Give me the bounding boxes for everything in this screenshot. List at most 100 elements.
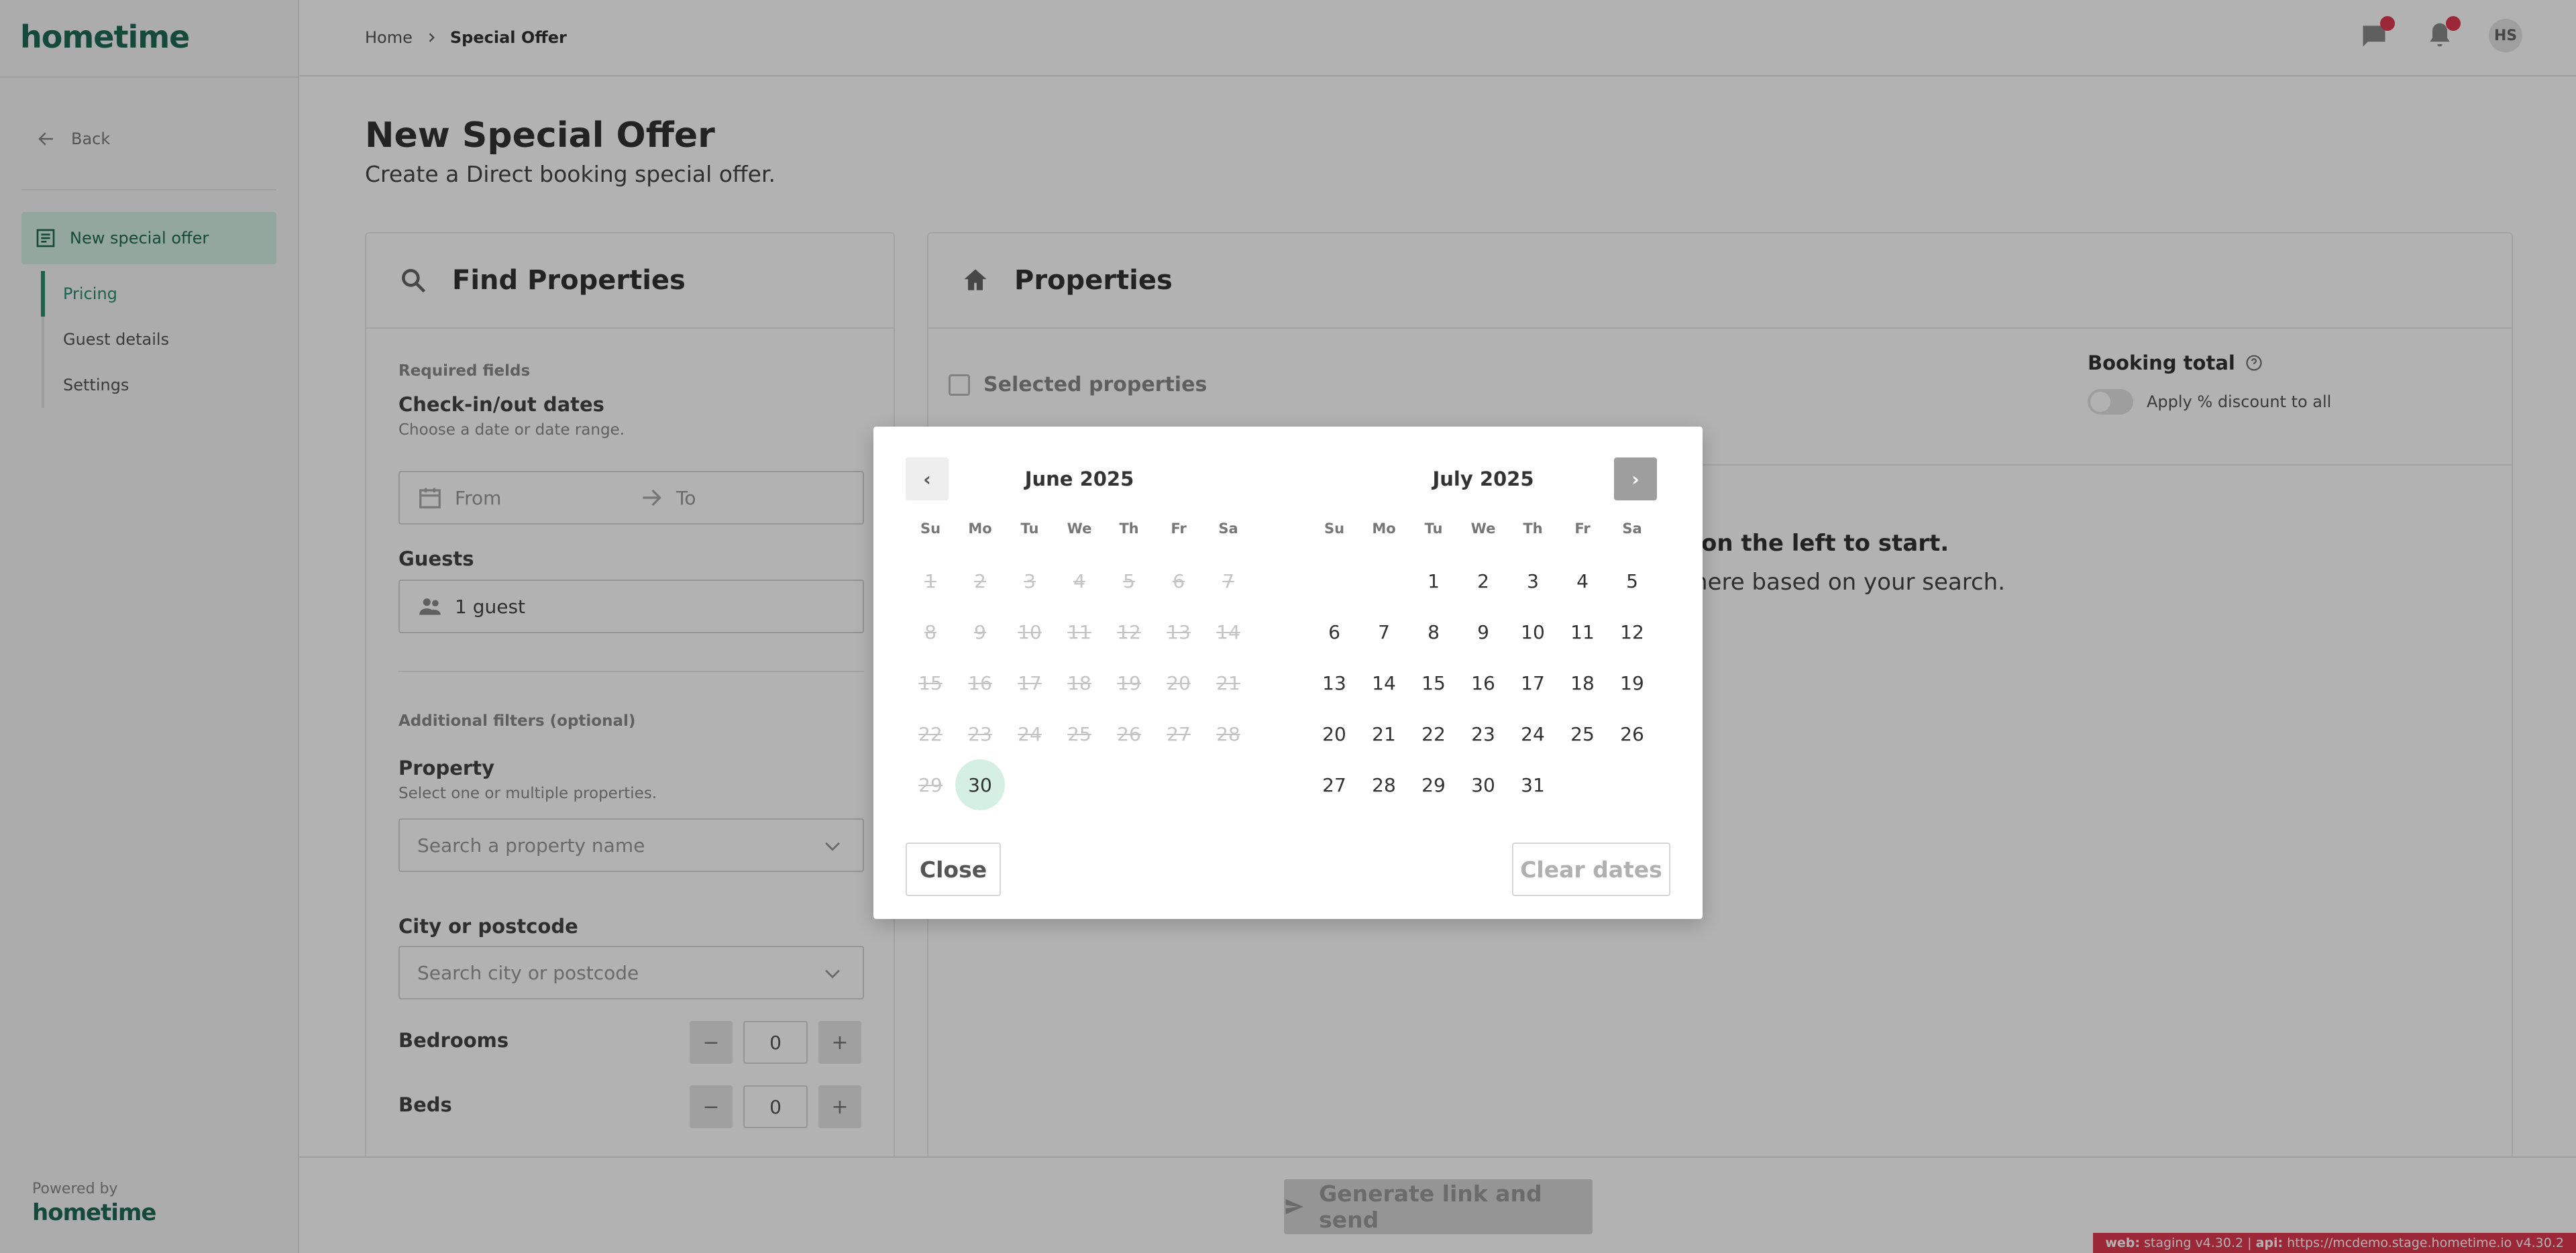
- calendar-day[interactable]: 5: [1607, 555, 1657, 606]
- calendar-day[interactable]: 23: [1458, 708, 1508, 759]
- calendar-day[interactable]: 1: [1409, 555, 1458, 606]
- calendar-day: 26: [1104, 708, 1154, 759]
- weekday-label: We: [1470, 521, 1496, 537]
- calendar-day-number: 24: [1018, 722, 1042, 745]
- day-grid: 1 2 3 4 5 6 7 8 9 10 11 12 13 14 15 16 17 18 19 20 21 22 23 24 2…: [906, 555, 1253, 810]
- calendar-day[interactable]: 30: [955, 759, 1005, 810]
- calendar-day[interactable]: 28: [1359, 759, 1409, 810]
- calendar-day[interactable]: 25: [1558, 708, 1607, 759]
- calendar-day[interactable]: 19: [1607, 657, 1657, 708]
- calendar-day-number: 9: [974, 620, 986, 643]
- calendar-day-number: 23: [1471, 722, 1495, 745]
- calendar-day: 23: [955, 708, 1005, 759]
- calendar-day-number: 12: [1117, 620, 1141, 643]
- month-title: July 2025: [1432, 468, 1534, 490]
- calendar-day-number: 11: [1067, 620, 1091, 643]
- calendar-month-july: July 2025 › Su Mo Tu We Th Fr Sa 1234567…: [1309, 457, 1657, 810]
- calendar-day-number: 13: [1167, 620, 1191, 643]
- weekday-label: Su: [920, 521, 941, 537]
- calendar-day: 17: [1005, 657, 1055, 708]
- close-button[interactable]: Close: [906, 842, 1001, 896]
- calendar-day: 5: [1104, 555, 1154, 606]
- weekday-label: Tu: [1424, 521, 1443, 537]
- calendar-day[interactable]: 6: [1309, 606, 1359, 657]
- weekday-row: Su Mo Tu We Th Fr Sa: [1309, 521, 1657, 537]
- calendar-day-number: 25: [1067, 722, 1091, 745]
- calendar-day-number: 14: [1216, 620, 1240, 643]
- calendar-day[interactable]: 22: [1409, 708, 1458, 759]
- weekday-label: Sa: [1622, 521, 1642, 537]
- calendar-day[interactable]: 3: [1508, 555, 1558, 606]
- calendar-day[interactable]: 20: [1309, 708, 1359, 759]
- calendar-day[interactable]: 30: [1458, 759, 1508, 810]
- weekday-row: Su Mo Tu We Th Fr Sa: [906, 521, 1253, 537]
- calendar-day[interactable]: 7: [1359, 606, 1409, 657]
- calendar-day-number: 4: [1576, 569, 1589, 592]
- calendar-day[interactable]: 29: [1409, 759, 1458, 810]
- calendar-day[interactable]: 21: [1359, 708, 1409, 759]
- calendar-day[interactable]: 27: [1309, 759, 1359, 810]
- calendar-day: 28: [1203, 708, 1253, 759]
- calendar-day[interactable]: 31: [1508, 759, 1558, 810]
- calendar-day[interactable]: 8: [1409, 606, 1458, 657]
- calendar-day-number: 25: [1570, 722, 1595, 745]
- calendar-day[interactable]: 14: [1359, 657, 1409, 708]
- calendar-day-number: 18: [1570, 671, 1595, 694]
- calendar-day-number: 24: [1521, 722, 1545, 745]
- calendar-day: 13: [1154, 606, 1203, 657]
- calendar-day[interactable]: 2: [1458, 555, 1508, 606]
- calendar-header: July 2025 ›: [1309, 457, 1657, 500]
- calendar-day: 8: [906, 606, 955, 657]
- calendar-day[interactable]: 24: [1508, 708, 1558, 759]
- calendar-day-number: 26: [1117, 722, 1141, 745]
- calendar-day-number: 13: [1322, 671, 1346, 694]
- calendar-day[interactable]: 4: [1558, 555, 1607, 606]
- month-title: June 2025: [1024, 468, 1134, 490]
- calendar-blank: [1309, 555, 1359, 606]
- calendar-day[interactable]: 16: [1458, 657, 1508, 708]
- calendar-day-number: 2: [1477, 569, 1489, 592]
- calendar-day-number: 20: [1322, 722, 1346, 745]
- calendar-day[interactable]: 18: [1558, 657, 1607, 708]
- calendar-day-number: 10: [1521, 620, 1545, 643]
- calendar-day-number: 15: [1421, 671, 1446, 694]
- calendar-day-number: 22: [1421, 722, 1446, 745]
- calendar-month-june: ‹ June 2025 Su Mo Tu We Th Fr Sa 12 3 4567…: [906, 457, 1253, 810]
- clear-dates-button[interactable]: Clear dates: [1512, 842, 1670, 896]
- calendar-day: 10: [1005, 606, 1055, 657]
- calendar-day-number: 3: [1024, 569, 1036, 592]
- calendar-day[interactable]: 10: [1508, 606, 1558, 657]
- calendar-day: 7: [1203, 555, 1253, 606]
- weekday-label: Mo: [968, 521, 992, 537]
- calendar-day-number: 9: [1477, 620, 1489, 643]
- calendar-day-number: 4: [1073, 569, 1085, 592]
- calendar-day[interactable]: 15: [1409, 657, 1458, 708]
- calendar-header: ‹ June 2025: [906, 457, 1253, 500]
- calendar-day-number: 11: [1570, 620, 1595, 643]
- next-month-button[interactable]: ›: [1614, 457, 1657, 500]
- prev-month-button[interactable]: ‹: [906, 457, 949, 500]
- calendar-day[interactable]: 12: [1607, 606, 1657, 657]
- calendar-day[interactable]: 11: [1558, 606, 1607, 657]
- calendar-day[interactable]: 9: [1458, 606, 1508, 657]
- weekday-label: We: [1067, 521, 1092, 537]
- calendar-day: 9: [955, 606, 1005, 657]
- calendar-day: 20: [1154, 657, 1203, 708]
- calendar-day: 6: [1154, 555, 1203, 606]
- calendar-day[interactable]: 26: [1607, 708, 1657, 759]
- calendar-day-number: 30: [955, 759, 1005, 810]
- calendar-day-number: 16: [1471, 671, 1495, 694]
- calendar-day[interactable]: 17: [1508, 657, 1558, 708]
- calendar-day: 25: [1055, 708, 1104, 759]
- calendar-day: 11: [1055, 606, 1104, 657]
- calendar-day-number: 15: [918, 671, 943, 694]
- calendar-day-number: 7: [1222, 569, 1234, 592]
- calendar-day: 19: [1104, 657, 1154, 708]
- calendar-day: 27: [1154, 708, 1203, 759]
- calendar-day-number: 17: [1521, 671, 1545, 694]
- calendar-day: 3: [1005, 555, 1055, 606]
- calendar-day-number: 8: [924, 620, 936, 643]
- calendar-day-number: 22: [918, 722, 943, 745]
- calendar-day[interactable]: 13: [1309, 657, 1359, 708]
- calendar-day-number: 6: [1328, 620, 1340, 643]
